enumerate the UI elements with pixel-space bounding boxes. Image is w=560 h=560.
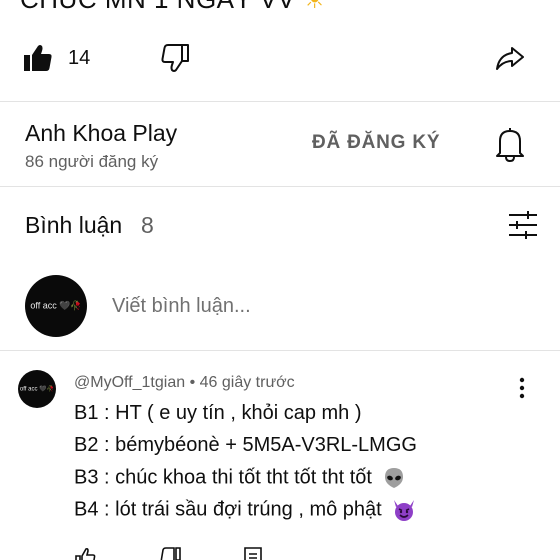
comment-line-text: B3 : chúc khoa thi tốt tht tốt tht tốt	[74, 466, 372, 489]
user-avatar: off acc 🖤🥀	[25, 275, 87, 337]
sun-emoji-icon: ☀	[303, 0, 327, 14]
comment-author[interactable]: @MyOff_1tgian	[74, 374, 185, 391]
comment-line: B2 : bémybéonè + 5M5A-V3RL-LMGG	[74, 434, 417, 456]
comment-line: B3 : chúc khoa thi tốt tht tốt tht tốt	[74, 466, 406, 490]
avatar-text: off acc 🖤🥀	[19, 386, 55, 393]
smiling-devil-emoji-icon	[394, 500, 415, 521]
comment-item: off acc 🖤🥀 @MyOff_1tgian • 46 giây trước…	[0, 360, 560, 560]
bell-icon[interactable]	[494, 126, 526, 162]
comment-like-icon[interactable]	[74, 546, 96, 560]
divider	[0, 350, 560, 351]
like-count: 14	[68, 47, 91, 69]
comment-line: B1 : HT ( e uy tín , khỏi cap mh )	[74, 402, 362, 424]
comments-header: Bình luận 8	[0, 200, 560, 250]
video-title-text: CHÚC MN 1 NGÀY VV	[20, 0, 295, 14]
subscriber-count: 86 người đăng ký	[25, 152, 159, 171]
comment-reply-icon[interactable]	[242, 546, 264, 560]
channel-name[interactable]: Anh Khoa Play	[25, 120, 177, 147]
comments-count: 8	[141, 212, 154, 238]
comment-time: 46 giây trước	[199, 374, 295, 391]
comment-line: B4 : lót trái sầu đợi trúng , mô phật	[74, 498, 417, 522]
divider	[0, 186, 560, 187]
more-vertical-icon[interactable]	[514, 376, 530, 400]
share-arrow-icon[interactable]	[494, 42, 526, 74]
meta-separator: •	[189, 374, 196, 391]
comment-input[interactable]: Viết bình luận...	[112, 295, 251, 318]
add-comment-row: off acc 🖤🥀 Viết bình luận...	[0, 270, 560, 340]
alien-emoji-icon	[384, 468, 403, 488]
comments-label: Bình luận	[25, 212, 123, 238]
video-action-bar: 14	[0, 36, 560, 84]
sort-sliders-icon[interactable]	[505, 208, 541, 242]
comment-dislike-icon[interactable]	[160, 546, 182, 560]
comment-actions	[74, 546, 274, 560]
channel-row: Anh Khoa Play 86 người đăng ký ĐÃ ĐĂNG K…	[0, 104, 560, 184]
subscribed-button[interactable]: ĐÃ ĐĂNG KÝ	[312, 132, 440, 154]
video-title: CHÚC MN 1 NGÀY VV ☀	[20, 0, 327, 15]
thumbs-up-filled-icon[interactable]	[22, 42, 54, 74]
comment-line-text: B4 : lót trái sầu đợi trúng , mô phật	[74, 498, 382, 521]
divider	[0, 101, 560, 102]
thumbs-down-icon[interactable]	[158, 42, 190, 74]
commenter-avatar[interactable]: off acc 🖤🥀	[18, 370, 56, 408]
avatar-text: off acc 🖤🥀	[30, 300, 82, 311]
comment-meta: @MyOff_1tgian • 46 giây trước	[74, 374, 295, 392]
